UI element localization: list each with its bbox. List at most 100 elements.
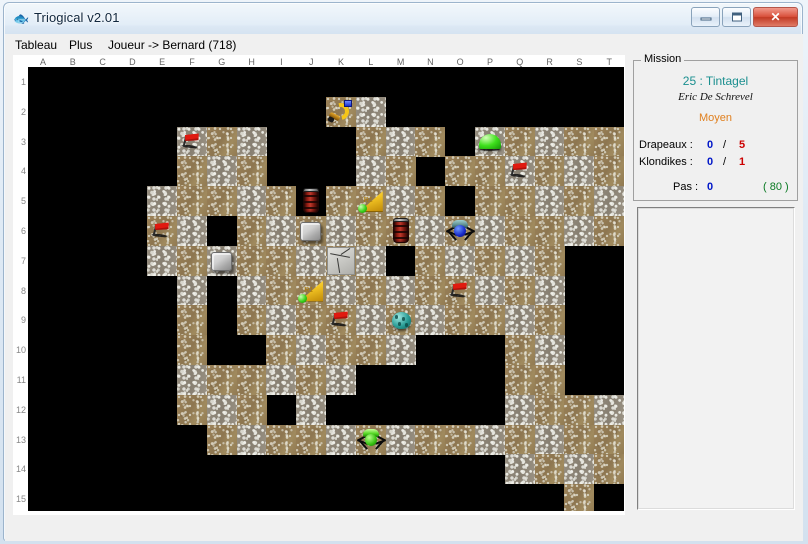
board-cell[interactable]: [266, 335, 297, 366]
board-cell[interactable]: [415, 305, 446, 336]
board-cell[interactable]: [475, 216, 505, 246]
board-cell[interactable]: [445, 305, 476, 336]
board-cell-sprite[interactable]: [445, 216, 476, 246]
board-cell[interactable]: [177, 335, 207, 366]
teleporter[interactable]: [237, 216, 267, 246]
board-cell[interactable]: [236, 365, 267, 395]
board-cell[interactable]: [296, 245, 327, 276]
spider-green[interactable]: [356, 425, 386, 455]
board-cell[interactable]: [355, 275, 386, 306]
board-cell[interactable]: [415, 216, 446, 246]
board-cell[interactable]: [564, 394, 595, 425]
board-cell[interactable]: [415, 275, 446, 306]
board-cell[interactable]: [594, 216, 624, 246]
board-cell[interactable]: [296, 424, 327, 455]
board-cell[interactable]: [504, 394, 535, 425]
board-cell[interactable]: [236, 305, 267, 336]
board-cell[interactable]: [534, 454, 565, 485]
board-cell[interactable]: [296, 335, 327, 366]
board-cell[interactable]: [564, 126, 595, 157]
board-cell[interactable]: [296, 365, 327, 395]
flag-red[interactable]: [505, 156, 535, 186]
board-cell[interactable]: [564, 484, 595, 511]
board-cell[interactable]: [385, 186, 416, 217]
board-cell[interactable]: [355, 305, 386, 336]
flag-red[interactable]: [177, 127, 207, 157]
flag-red[interactable]: [147, 216, 177, 246]
board-cell[interactable]: [504, 245, 535, 276]
menu-item-plus[interactable]: Plus: [65, 37, 96, 53]
board-cell[interactable]: [564, 216, 595, 246]
board-cell[interactable]: [475, 275, 505, 306]
board-cell[interactable]: [355, 126, 386, 157]
board-cell[interactable]: [266, 216, 297, 246]
board-cell[interactable]: [355, 245, 386, 276]
game-grid[interactable]: R1 R1: [28, 67, 624, 511]
board-cell[interactable]: [326, 275, 356, 306]
board-cell[interactable]: [266, 186, 297, 217]
board-cell[interactable]: [534, 305, 565, 336]
board-cell-sprite[interactable]: [326, 97, 356, 127]
board-cell[interactable]: [296, 394, 327, 425]
board-cell[interactable]: [594, 424, 624, 455]
board-cell-sprite[interactable]: [177, 127, 207, 157]
board-cell[interactable]: [206, 424, 237, 455]
board-cell[interactable]: [475, 305, 505, 336]
board-cell[interactable]: [326, 424, 356, 455]
board-cell[interactable]: [266, 245, 297, 276]
board-cell-sprite[interactable]: [386, 216, 416, 246]
board-cell[interactable]: [266, 305, 297, 336]
board-cell[interactable]: [594, 454, 624, 485]
board-cell[interactable]: [385, 424, 416, 455]
board-cell[interactable]: [564, 424, 595, 455]
board-cell[interactable]: [236, 275, 267, 306]
flag-red[interactable]: [445, 276, 475, 306]
board-cell[interactable]: [445, 245, 476, 276]
board-cell[interactable]: [594, 394, 624, 425]
spider-blue[interactable]: [445, 216, 476, 246]
board-cell[interactable]: [534, 335, 565, 366]
board-cell[interactable]: [266, 365, 297, 395]
board-cell[interactable]: [504, 126, 535, 157]
board-cell[interactable]: [445, 424, 476, 455]
board-cell-sprite[interactable]: [237, 216, 267, 246]
board-cell[interactable]: [504, 275, 535, 306]
board-cell[interactable]: [236, 245, 267, 276]
board-cell[interactable]: [504, 365, 535, 395]
board-cell[interactable]: [177, 365, 207, 395]
maximize-button[interactable]: [722, 7, 751, 27]
board-cell[interactable]: [326, 216, 356, 246]
menu-item-joueur[interactable]: Joueur -> Bernard (718): [104, 37, 240, 53]
board-cell[interactable]: [266, 424, 297, 455]
board-cell[interactable]: [206, 186, 237, 217]
rock[interactable]: [296, 216, 326, 246]
board-cell[interactable]: [504, 216, 535, 246]
board-cell-sprite[interactable]: [445, 276, 475, 306]
board-cell[interactable]: [385, 275, 416, 306]
green-dome[interactable]: [475, 127, 505, 157]
board-cell-sprite[interactable]: [296, 186, 326, 216]
board-cell-sprite[interactable]: R1: [356, 186, 386, 216]
board-cell[interactable]: [415, 245, 446, 276]
board-cell[interactable]: [206, 156, 237, 187]
close-button[interactable]: ✕: [753, 7, 798, 27]
board-cell[interactable]: [534, 216, 565, 246]
board-cell[interactable]: [445, 156, 476, 187]
board-cell[interactable]: [594, 156, 624, 187]
board-cell[interactable]: [504, 424, 535, 455]
board-cell[interactable]: [415, 424, 446, 455]
board-cell[interactable]: [475, 186, 505, 217]
player-token[interactable]: [326, 97, 356, 127]
board-cell[interactable]: [177, 275, 207, 306]
flag-red[interactable]: [326, 305, 356, 335]
board-cell[interactable]: [355, 216, 386, 246]
board-cell[interactable]: [385, 156, 416, 187]
board-cell[interactable]: [177, 305, 207, 336]
board-cell[interactable]: [475, 245, 505, 276]
board-cell[interactable]: [236, 126, 267, 157]
board-cell-sprite[interactable]: [505, 156, 535, 186]
board-cell[interactable]: [177, 394, 207, 425]
board-cell[interactable]: [385, 126, 416, 157]
board-cell[interactable]: [206, 394, 237, 425]
cracked-slab[interactable]: [326, 246, 356, 276]
